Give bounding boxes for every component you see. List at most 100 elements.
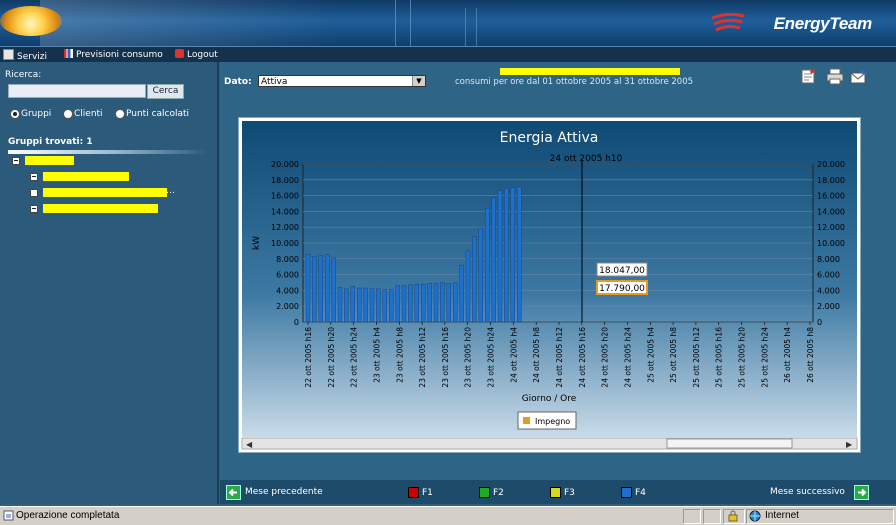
prev-month-button[interactable] [226,485,241,500]
bar-f4 [369,288,375,323]
x-tick-label: 24 ott 2005 h4 [509,327,518,383]
x-tick-label: 24 ott 2005 h24 [623,327,632,388]
groups-found-label: Gruppi trovati: 1 [8,137,93,147]
prev-month-label[interactable]: Mese precedente [245,487,323,497]
bar-f4 [478,227,484,323]
bar-f4 [446,283,452,323]
tooltip-value-2: 17.790,00 [599,284,645,294]
y-tick-label: 6.000 [276,271,299,280]
y2-tick-label: 18.000 [817,176,845,185]
x-tick-label: 26 ott 2005 h8 [806,327,815,383]
status-cell-1 [683,509,701,524]
status-cell-3 [723,509,745,524]
menu-item-servizi[interactable]: Servizi [3,49,48,62]
menu-item-previsioni-label: Previsioni consumo [76,50,163,60]
radio-gruppi-label: Gruppi [21,109,52,119]
send-email-icon[interactable] [850,68,868,85]
ie-page-icon [3,510,14,521]
sidebar [0,62,219,504]
menu-item-previsioni[interactable]: Previsioni consumo [64,49,163,61]
legend-f2-swatch [479,487,490,498]
x-tick-label: 24 ott 2005 h8 [532,327,541,383]
bar-f4 [350,286,356,323]
legend-impegno-swatch [523,417,530,424]
bar-f4 [305,253,311,323]
y2-tick-label: 4.000 [817,286,840,295]
bar-f4 [363,287,368,323]
bar-f4 [408,284,413,323]
y-tick-label: 0 [294,318,299,327]
legend-f1-label: F1 [422,488,433,498]
y2-tick-label: 20.000 [817,160,845,169]
x-tick-label: 22 ott 2005 h24 [350,327,359,388]
bar-f4 [318,255,324,323]
bar-f4 [427,283,432,323]
tree-item-3-redacted[interactable] [43,204,158,213]
y-tick-label: 10.000 [271,239,299,248]
tree-item-1-redacted[interactable] [43,172,129,181]
chevron-down-icon: ▼ [412,76,425,86]
energia-attiva-chart[interactable]: 0 2.000 4.000 6.000 8.000 10.000 12.000 14.000 1… [239,118,860,452]
radio-punti-calcolati-label: Punti calcolati [126,109,190,119]
y-tick-label: 18.000 [271,176,299,185]
x-tick-label: 25 ott 2005 h24 [760,327,769,388]
radio-gruppi[interactable] [10,109,20,119]
tree-leaf-box[interactable] [30,189,38,197]
search-input[interactable] [8,84,146,98]
menu-item-servizi-label: Servizi [17,52,48,62]
bar-f4 [504,188,509,323]
range-highlight-redacted [500,68,680,75]
tree-collapse-toggle-3[interactable] [30,205,38,213]
tree-collapse-toggle[interactable] [12,157,20,165]
radio-punti-calcolati[interactable] [115,109,125,119]
bar-f4 [420,283,426,323]
status-text: Operazione completata [16,510,120,521]
arrow-left-icon [228,488,237,497]
tree-root-label-redacted[interactable] [25,156,74,165]
bar-f4 [452,282,458,323]
lock-icon [728,510,738,522]
radio-clienti-label: Clienti [74,109,103,119]
y-tick-label: 16.000 [271,192,299,201]
scrollbar-thumb[interactable] [666,438,793,449]
banner-pylon-image-2 [465,8,477,46]
tooltip-value-1: 18.047,00 [599,266,645,276]
x-tick-label: 23 ott 2005 h8 [395,327,404,383]
legend-impegno-label: Impegno [535,417,570,426]
x-tick-label: 22 ott 2005 h16 [304,327,313,388]
x-tick-label: 23 ott 2005 h20 [464,327,473,388]
x-tick-label: 25 ott 2005 h12 [692,327,701,388]
search-button[interactable]: Cerca [147,84,184,99]
x-tick-label: 25 ott 2005 h4 [646,327,655,383]
header-banner: EnergyTeam [0,0,896,46]
next-month-button[interactable] [854,485,869,500]
print-icon[interactable] [826,68,844,85]
sidebar-divider [8,150,208,154]
energyteam-swoosh-icon [711,12,745,32]
search-label: Ricerca: [5,70,42,80]
bar-f4 [331,257,336,323]
bar-f4 [491,197,496,323]
crosshair-label: 24 ott 2005 h10 [550,154,623,164]
menu-item-logout[interactable]: Logout [175,49,218,61]
radio-clienti[interactable] [63,109,73,119]
bar-f4 [395,285,400,323]
bar-f4 [401,285,407,323]
y-tick-label: 4.000 [276,286,299,295]
scroll-left-arrow-icon[interactable]: ◀ [246,440,253,449]
scroll-right-arrow-icon[interactable]: ▶ [846,440,853,449]
y-tick-label: 8.000 [276,255,299,264]
bar-f4 [337,287,343,323]
status-cell-2 [703,509,721,524]
x-tick-label: 25 ott 2005 h16 [715,327,724,388]
tree-item-2-redacted[interactable] [43,188,167,197]
arrow-right-icon [858,488,867,497]
y2-tick-label: 16.000 [817,192,845,201]
bar-f4 [433,283,439,323]
next-month-label[interactable]: Mese successivo [770,487,845,497]
dato-select[interactable]: Attiva ▼ [258,75,426,87]
energyteam-logo: EnergyTeam [773,14,873,33]
legend-f3-swatch [550,487,561,498]
edit-document-icon[interactable] [800,68,818,85]
tree-collapse-toggle-1[interactable] [30,173,38,181]
